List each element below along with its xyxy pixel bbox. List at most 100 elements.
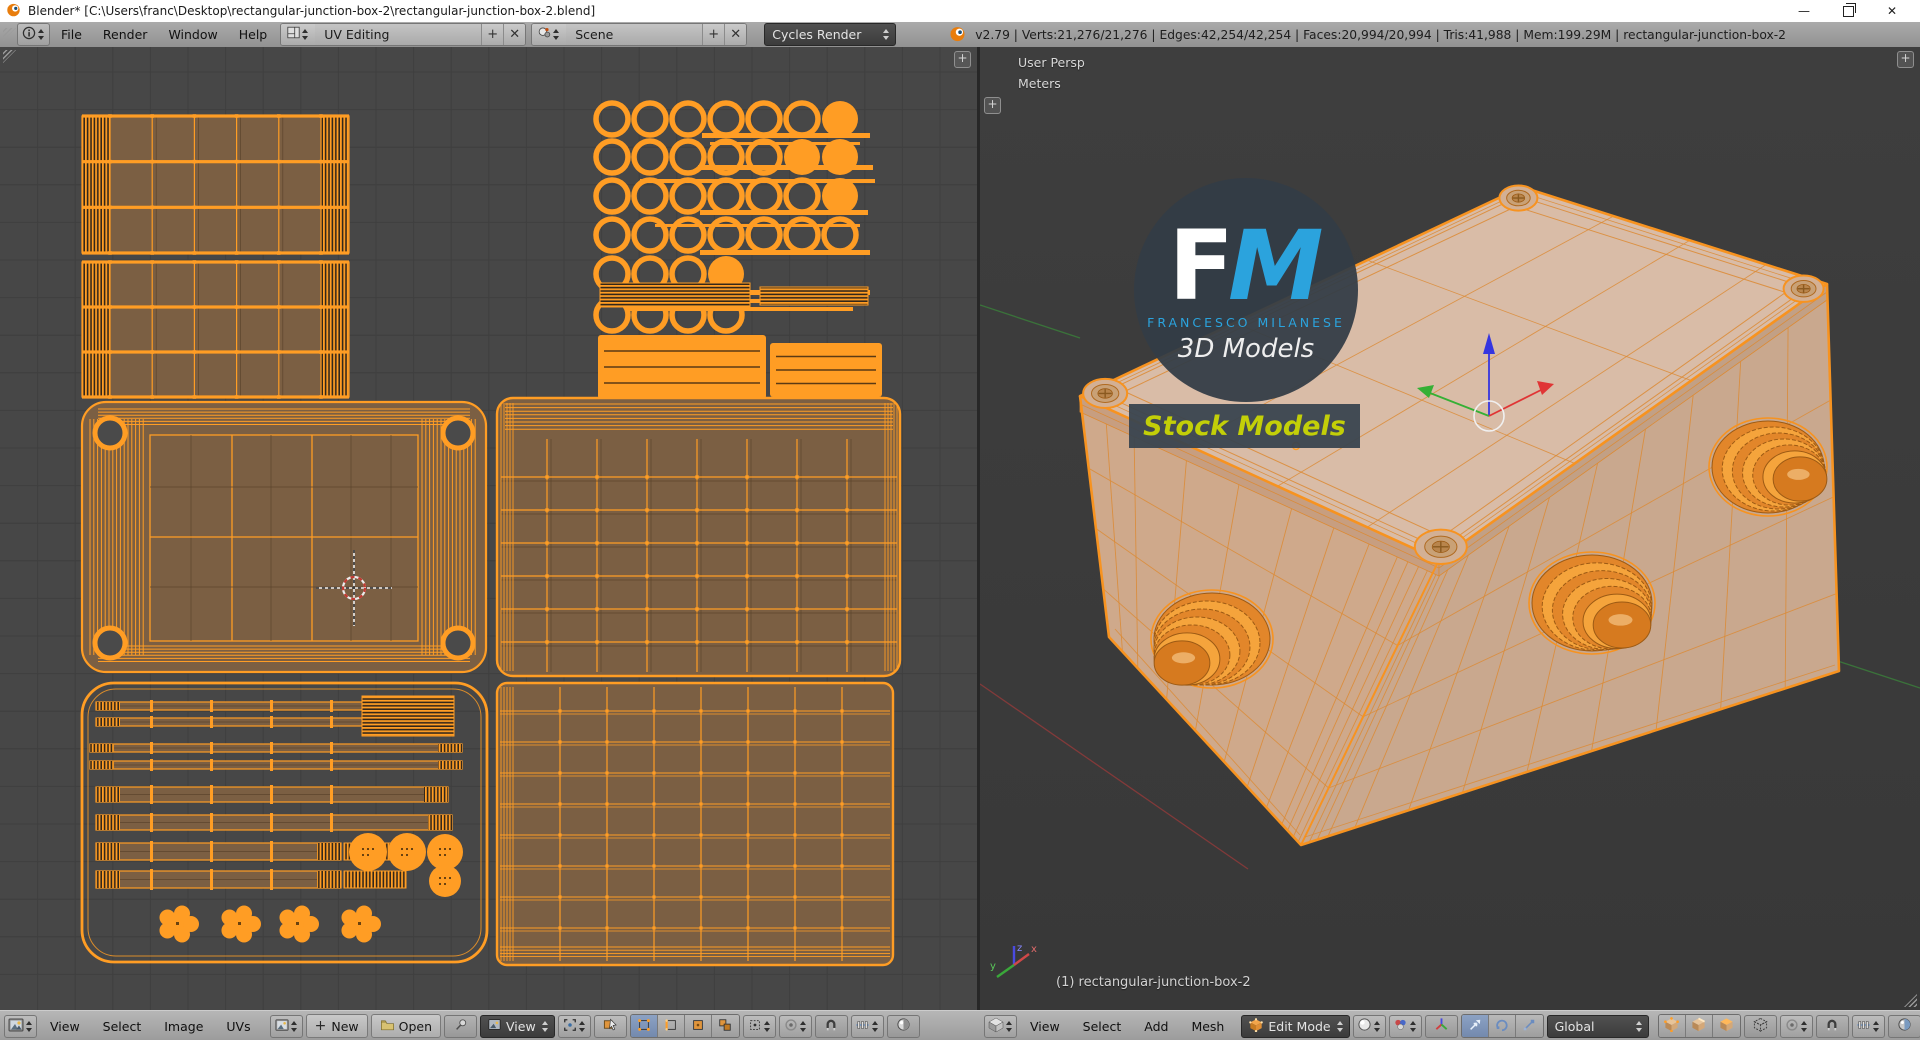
uv-menu-image[interactable]: Image (154, 1019, 213, 1034)
window-controls: — ✕ (1782, 1, 1914, 22)
view3d-menu-select[interactable]: Select (1073, 1019, 1132, 1034)
opengl-render-button[interactable] (1887, 1014, 1920, 1038)
uv-select-face-button[interactable] (684, 1015, 712, 1037)
edge-cube-icon (1691, 1017, 1706, 1035)
browse-image-button[interactable] (269, 1014, 303, 1038)
view3d-menu-view[interactable]: View (1020, 1019, 1070, 1034)
menu-help[interactable]: Help (229, 27, 278, 42)
orientation-dropdown[interactable]: Global (1546, 1014, 1649, 1038)
watermark-initial-m: M (1228, 210, 1324, 323)
uv-select-island-button[interactable] (711, 1015, 739, 1037)
properties-toggle[interactable]: + (1897, 51, 1914, 68)
menu-file[interactable]: File (51, 27, 92, 42)
dropdown-arrows-icon (290, 1020, 298, 1033)
dropdown-arrows-icon (25, 1020, 33, 1033)
editor-type-button[interactable] (4, 1014, 37, 1038)
layout-name-field[interactable]: UV Editing (315, 27, 481, 42)
snap-toggle[interactable] (1815, 1014, 1849, 1038)
dropdown-arrows-icon (1872, 1020, 1880, 1033)
scene-selector: Scene + ✕ (531, 23, 748, 46)
dropdown-arrows-icon (552, 28, 560, 41)
island-select-icon (718, 1018, 732, 1035)
scene-browse-button[interactable] (532, 24, 567, 45)
uv-menu-uvs[interactable]: UVs (216, 1019, 260, 1034)
snap-toggle[interactable] (814, 1014, 848, 1038)
snap-element-dropdown[interactable] (850, 1014, 884, 1038)
dropdown-arrows-icon (1336, 1020, 1344, 1033)
face-select-icon (691, 1018, 705, 1035)
pin-image-button[interactable] (444, 1014, 477, 1038)
dropdown-arrows-icon (871, 1020, 879, 1033)
pivot-point-dropdown[interactable] (1388, 1014, 1422, 1038)
editor-type-button-info[interactable] (17, 23, 50, 46)
view3d-menu-add[interactable]: Add (1134, 1019, 1178, 1034)
manipulator-toggle[interactable] (1424, 1014, 1458, 1038)
snap-element-dropdown[interactable] (1851, 1014, 1885, 1038)
rotate-manipulator-button[interactable] (1488, 1015, 1516, 1037)
watermark-initial-f: F (1168, 210, 1235, 323)
scene-name-field[interactable]: Scene (566, 27, 702, 42)
restore-icon (1842, 2, 1856, 17)
uv-properties-toggle[interactable]: + (954, 51, 971, 68)
uv-menu-view[interactable]: View (40, 1019, 90, 1034)
editor-mode-label: View (506, 1018, 536, 1034)
blender-logo-icon (949, 25, 966, 45)
translate-manipulator-button[interactable] (1461, 1015, 1489, 1037)
new-image-button[interactable]: + New (305, 1014, 368, 1038)
layout-add-button[interactable]: + (481, 24, 504, 45)
menu-render[interactable]: Render (93, 27, 158, 42)
vertex-select-icon (637, 1018, 651, 1035)
scene-delete-button[interactable]: ✕ (724, 24, 747, 45)
editor-mode-dropdown[interactable]: View (480, 1014, 555, 1038)
scene-add-button[interactable]: + (702, 24, 725, 45)
uv-canvas[interactable] (0, 47, 977, 1010)
layout-browse-button[interactable] (281, 24, 316, 45)
viewport-units-label: Meters (1018, 76, 1061, 91)
vertex-select-mode-button[interactable] (1658, 1015, 1686, 1037)
region-corner-grip[interactable] (3, 28, 16, 41)
uv-select-edge-button[interactable] (657, 1015, 685, 1037)
viewport-3d[interactable]: User Persp Meters + + F M FRANCESCO MILA… (980, 47, 1920, 1010)
dropdown-arrows-icon (799, 1020, 807, 1033)
edge-select-icon (664, 1018, 678, 1035)
uv-selection-mode-buttons (629, 1014, 740, 1038)
occlude-geometry-toggle[interactable] (1743, 1014, 1777, 1038)
active-object-label: (1) rectangular-junction-box-2 (1056, 975, 1251, 990)
minimize-button[interactable]: — (1782, 1, 1826, 22)
close-button[interactable]: ✕ (1870, 1, 1914, 22)
pivot-center-dropdown[interactable] (557, 1014, 591, 1038)
display-channels-button[interactable] (886, 1014, 920, 1038)
scale-manipulator-button[interactable] (1515, 1015, 1543, 1037)
uv-sync-selection-toggle[interactable] (593, 1014, 627, 1038)
render-engine-dropdown[interactable]: Cycles Render (764, 23, 897, 46)
edge-select-mode-button[interactable] (1685, 1015, 1713, 1037)
open-image-button[interactable]: Open (370, 1014, 441, 1038)
dropdown-arrows-icon (37, 28, 45, 41)
watermark-banner: Stock Models (1129, 404, 1360, 448)
proportional-circle-icon (1785, 1018, 1799, 1035)
uv-select-vertex-button[interactable] (630, 1015, 658, 1037)
pivot-icon (563, 1018, 577, 1035)
dropdown-arrows-icon (882, 28, 890, 41)
sticky-selection-dropdown[interactable] (742, 1014, 776, 1038)
menu-window[interactable]: Window (158, 27, 227, 42)
viewport-shading-dropdown[interactable] (1352, 1014, 1386, 1038)
layout-delete-button[interactable]: ✕ (503, 24, 526, 45)
viewport-canvas[interactable] (980, 47, 1920, 1010)
screen-layout-selector: UV Editing + ✕ (280, 23, 527, 46)
proportional-edit-dropdown[interactable] (778, 1014, 812, 1038)
toolshelf-toggle[interactable]: + (984, 97, 1001, 114)
view3d-menu-mesh[interactable]: Mesh (1181, 1019, 1234, 1034)
proportional-edit-dropdown[interactable] (1779, 1014, 1813, 1038)
editor-type-button[interactable] (984, 1014, 1017, 1038)
restore-button[interactable] (1826, 1, 1870, 22)
uv-image-editor[interactable]: + (0, 47, 977, 1010)
window-title: Blender* [C:\Users\franc\Desktop\rectang… (28, 4, 596, 18)
interaction-mode-dropdown[interactable]: Edit Mode (1241, 1014, 1350, 1038)
axis-y-label: y (990, 961, 996, 972)
uv-menu-select[interactable]: Select (93, 1019, 152, 1034)
face-cube-icon (1719, 1017, 1734, 1035)
axis-x-label: x (1031, 944, 1037, 955)
face-select-mode-button[interactable] (1712, 1015, 1740, 1037)
viewport-view-label: User Persp (1018, 55, 1085, 70)
